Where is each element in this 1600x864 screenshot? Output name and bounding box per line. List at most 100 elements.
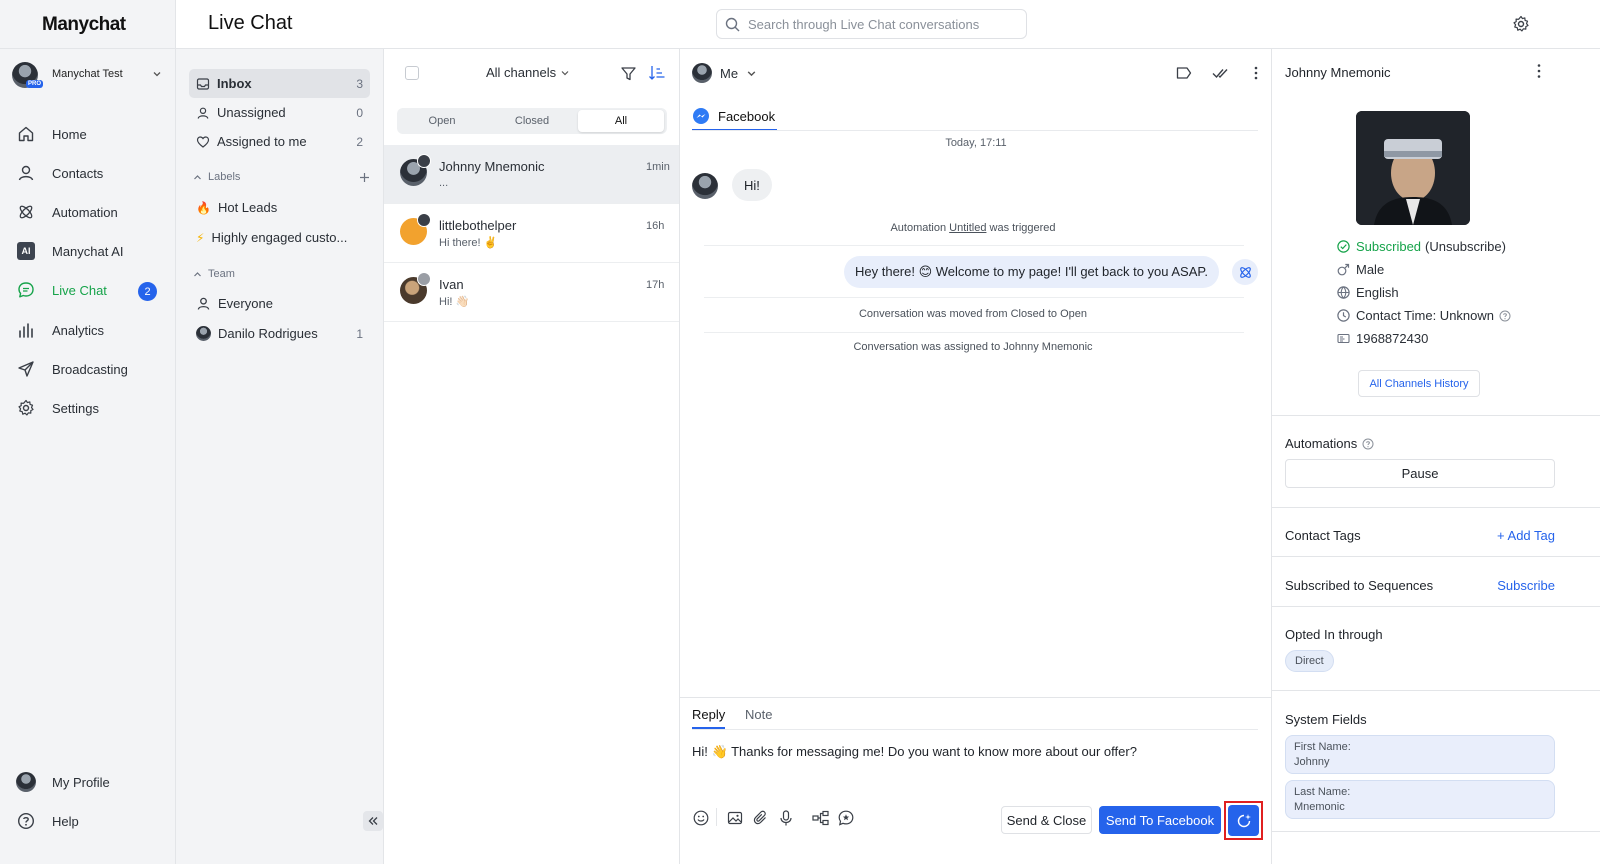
nav-item-settings[interactable]: Settings bbox=[16, 393, 168, 423]
unsubscribe-link[interactable]: (Unsubscribe) bbox=[1425, 239, 1506, 254]
nav-item-automation[interactable]: Automation bbox=[16, 197, 168, 227]
tab-closed[interactable]: Closed bbox=[489, 110, 575, 132]
help-icon[interactable] bbox=[1499, 310, 1511, 322]
labels-section-header[interactable]: Labels bbox=[193, 171, 370, 183]
pause-automations-button[interactable]: Pause bbox=[1285, 459, 1555, 488]
tab-facebook[interactable]: Facebook bbox=[692, 103, 778, 131]
gender-row: Male bbox=[1337, 262, 1384, 277]
nav-label: Contacts bbox=[52, 165, 104, 181]
folder-count: 1 bbox=[356, 326, 363, 341]
collapse-panel-button[interactable] bbox=[363, 811, 383, 831]
conversation-time: 1min bbox=[646, 161, 670, 173]
folder-label: Highly engaged custo... bbox=[211, 230, 348, 245]
ai-assist-button[interactable] bbox=[1228, 805, 1259, 836]
globe-icon bbox=[1337, 286, 1350, 299]
microphone-icon[interactable] bbox=[779, 810, 793, 826]
divider bbox=[0, 48, 176, 49]
nav-item-help[interactable]: Help bbox=[16, 806, 168, 836]
conversation-item[interactable]: Ivan Hi! 👋🏻 17h bbox=[384, 263, 679, 322]
account-switcher[interactable]: PRO Manychat Test bbox=[12, 62, 172, 90]
tag-icon[interactable] bbox=[1176, 66, 1192, 80]
nav-label: Live Chat bbox=[52, 282, 107, 298]
plus-icon[interactable] bbox=[359, 172, 370, 183]
team-section-header[interactable]: Team bbox=[193, 268, 370, 280]
contact-id-value: 1968872430 bbox=[1356, 331, 1429, 346]
search-box[interactable] bbox=[716, 9, 1027, 39]
nav-label: Analytics bbox=[52, 322, 105, 338]
tab-all[interactable]: All bbox=[578, 110, 664, 132]
nav-item-home[interactable]: Home bbox=[16, 119, 168, 149]
add-tag-link[interactable]: + Add Tag bbox=[1497, 528, 1555, 543]
filter-icon[interactable] bbox=[620, 65, 637, 82]
manychat-logo[interactable]: Manychat bbox=[42, 14, 126, 36]
nav-item-manychat-ai[interactable]: AI Manychat AI bbox=[16, 236, 168, 266]
send-and-close-button[interactable]: Send & Close bbox=[1001, 806, 1092, 834]
system-text: was triggered bbox=[986, 222, 1056, 234]
profile-avatar bbox=[16, 772, 36, 792]
contact-details-panel: Johnny Mnemonic Subscribed (Unsubscribe)… bbox=[1272, 49, 1600, 864]
contact-tags-row: Contact Tags + Add Tag bbox=[1285, 528, 1555, 543]
folder-count: 3 bbox=[356, 76, 363, 91]
all-channels-history-button[interactable]: All Channels History bbox=[1358, 370, 1480, 397]
tab-reply[interactable]: Reply bbox=[692, 707, 726, 729]
home-icon bbox=[16, 124, 36, 144]
tab-open[interactable]: Open bbox=[399, 110, 485, 132]
settings-gear-icon[interactable] bbox=[1512, 15, 1530, 33]
subscribe-link[interactable]: Subscribe bbox=[1497, 578, 1555, 593]
channel-filter-dropdown[interactable]: All channels bbox=[486, 65, 570, 80]
date-separator: Today, 17:11 bbox=[945, 137, 1007, 149]
nav-item-contacts[interactable]: Contacts bbox=[16, 158, 168, 188]
sort-icon[interactable] bbox=[648, 64, 666, 82]
folder-label: Inbox bbox=[217, 76, 252, 91]
divider bbox=[1272, 831, 1600, 832]
more-vertical-icon[interactable] bbox=[1535, 63, 1543, 79]
more-vertical-icon[interactable] bbox=[1250, 66, 1262, 80]
nav-item-broadcasting[interactable]: Broadcasting bbox=[16, 354, 168, 384]
reply-textarea[interactable]: Hi! 👋 Thanks for messaging me! Do you wa… bbox=[692, 744, 1252, 760]
divider bbox=[1272, 606, 1600, 607]
folder-unassigned[interactable]: Unassigned 0 bbox=[189, 98, 370, 127]
channel-badge bbox=[417, 272, 431, 286]
flow-icon[interactable] bbox=[812, 810, 829, 826]
nav-label: Home bbox=[52, 126, 87, 142]
conversation-preview: Hi there! ✌️ bbox=[439, 237, 498, 249]
double-check-icon[interactable] bbox=[1212, 66, 1228, 80]
select-all-checkbox[interactable] bbox=[405, 66, 419, 80]
assignee-dropdown[interactable]: Me bbox=[692, 63, 757, 83]
image-icon[interactable] bbox=[727, 810, 743, 826]
folder-inbox[interactable]: Inbox 3 bbox=[189, 69, 370, 98]
quick-reply-icon[interactable] bbox=[838, 810, 854, 826]
sequences-row: Subscribed to Sequences Subscribe bbox=[1285, 578, 1555, 593]
conversation-name: littlebothelper bbox=[439, 218, 517, 233]
send-to-facebook-button[interactable]: Send To Facebook bbox=[1099, 806, 1221, 834]
team-danilo-rodrigues[interactable]: Danilo Rodrigues 1 bbox=[189, 319, 370, 348]
nav-item-analytics[interactable]: Analytics bbox=[16, 315, 168, 345]
field-last-name[interactable]: Last Name: Mnemonic bbox=[1285, 780, 1555, 819]
system-message-automation: Automation Untitled was triggered bbox=[700, 222, 1246, 234]
conversation-item[interactable]: Johnny Mnemonic ... 1min bbox=[384, 145, 679, 204]
conversation-item[interactable]: littlebothelper Hi there! ✌️ 16h bbox=[384, 204, 679, 263]
label-highly-engaged[interactable]: ⚡ Highly engaged custo... bbox=[189, 223, 370, 252]
nav-item-my-profile[interactable]: My Profile bbox=[16, 767, 168, 797]
automation-link[interactable]: Untitled bbox=[949, 222, 986, 234]
team-everyone[interactable]: Everyone bbox=[189, 289, 370, 318]
ai-icon-label: AI bbox=[17, 242, 35, 260]
tab-note[interactable]: Note bbox=[745, 707, 772, 727]
chevron-up-icon bbox=[194, 174, 201, 179]
chevron-down-icon bbox=[153, 72, 161, 77]
folder-assigned-to-me[interactable]: Assigned to me 2 bbox=[189, 127, 370, 156]
conversation-name: Ivan bbox=[439, 277, 464, 292]
attachment-icon[interactable] bbox=[753, 810, 769, 826]
search-input[interactable] bbox=[748, 16, 1008, 32]
field-first-name[interactable]: First Name: Johnny bbox=[1285, 735, 1555, 774]
label-hot-leads[interactable]: 🔥 Hot Leads bbox=[189, 193, 370, 222]
chevron-up-icon bbox=[194, 271, 201, 276]
emoji-icon[interactable] bbox=[693, 810, 709, 826]
pro-badge: PRO bbox=[26, 80, 44, 88]
automation-sender-icon bbox=[1232, 259, 1258, 285]
person-icon bbox=[197, 107, 209, 119]
channel-badge bbox=[417, 213, 431, 227]
help-icon[interactable] bbox=[1362, 438, 1374, 450]
divider bbox=[1272, 556, 1600, 557]
field-key: First Name: bbox=[1294, 741, 1351, 753]
